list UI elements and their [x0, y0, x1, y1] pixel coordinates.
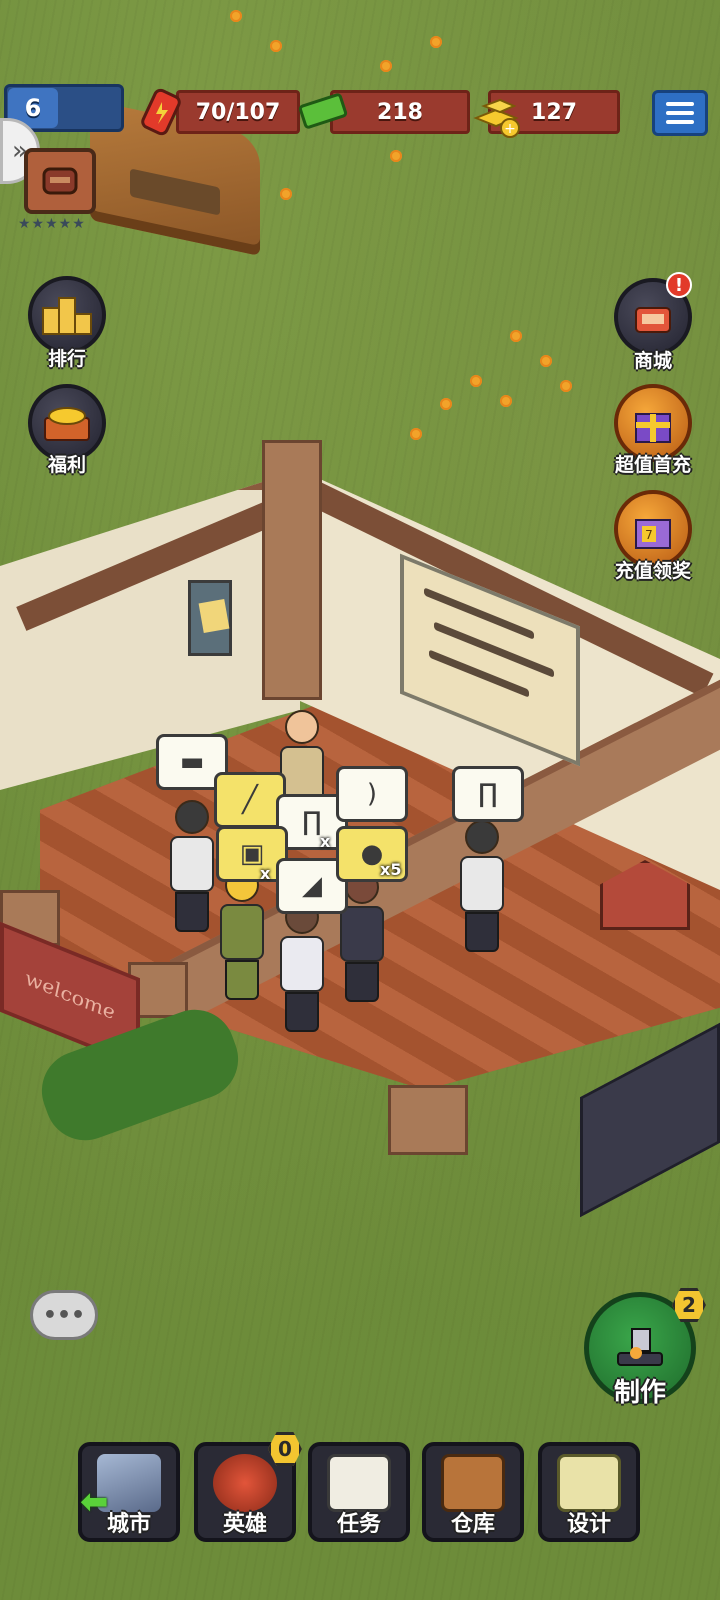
- crate-icon: [441, 1454, 505, 1512]
- ranking-podium-icon: [42, 297, 92, 335]
- flower: [230, 10, 242, 22]
- svg-text:7: 7: [645, 528, 653, 542]
- flower: [500, 395, 512, 407]
- item-qty: x5: [380, 860, 402, 879]
- nav-city-label: 城市: [106, 1512, 151, 1537]
- welcome-mat-text: welcome: [25, 964, 115, 1026]
- flower: [280, 188, 292, 200]
- flower: [380, 60, 392, 72]
- cash-stack-icon: [298, 88, 348, 132]
- item-bubble-pants-2[interactable]: ∏: [452, 766, 524, 822]
- ranking-label: 排行: [47, 348, 86, 370]
- nav-hero-label: 英雄: [222, 1512, 267, 1537]
- flower: [440, 398, 452, 410]
- energy-battery-icon: [140, 86, 186, 136]
- player-stars: ★★★★★: [18, 216, 86, 232]
- energy-bar[interactable]: 70/107: [176, 90, 300, 134]
- flower: [430, 36, 442, 48]
- wall-pillar: [262, 440, 322, 700]
- bow-icon: ): [366, 779, 378, 809]
- flower: [390, 150, 402, 162]
- svg-text:+: +: [504, 121, 516, 137]
- ranking-button[interactable]: [28, 276, 106, 354]
- item-qty: x: [260, 864, 271, 883]
- nav-design-label: 设计: [566, 1512, 611, 1537]
- nav-tasks-label: 任务: [336, 1512, 381, 1537]
- game-scene: welcome ▬ ╱ ∏ x ) ▣ x ◢ ● x5 ∏ 6 70/107 …: [0, 0, 720, 1600]
- avatar-helmet-icon: [42, 167, 78, 195]
- shop-label: 商城: [633, 350, 672, 372]
- cash-bar[interactable]: 218: [330, 90, 470, 134]
- rifle-icon: ▬: [179, 747, 205, 777]
- gold-chest-icon: [44, 407, 90, 441]
- survivor-character[interactable]: [170, 800, 214, 932]
- club-icon: ╱: [242, 785, 258, 815]
- cash-value: 218: [377, 99, 423, 125]
- flower: [510, 330, 522, 342]
- gift-box-7-icon: 7: [635, 519, 671, 549]
- pants-icon: ∏: [478, 779, 498, 809]
- chat-button[interactable]: •••: [30, 1290, 98, 1340]
- hamburger-icon: [666, 102, 694, 106]
- purple-gift-icon: [635, 413, 671, 443]
- hero-helmet-icon: [213, 1454, 277, 1512]
- gold-value: 127: [531, 99, 577, 125]
- flower: [270, 40, 282, 52]
- item-bubble-bow[interactable]: ): [336, 766, 408, 822]
- clipboard-icon: [327, 1454, 391, 1512]
- flower: [540, 355, 552, 367]
- topup-reward-label: 充值领奖: [614, 560, 691, 582]
- welfare-label: 福利: [47, 454, 86, 476]
- survivor-character[interactable]: [280, 900, 324, 1032]
- blueprint-icon: [557, 1454, 621, 1512]
- anvil-hammer-icon: [617, 1328, 663, 1366]
- first-topup-label: 超值首充: [614, 454, 691, 476]
- shop-alert-badge: !: [666, 272, 692, 298]
- gold-bars-icon[interactable]: +: [470, 88, 526, 140]
- survivor-character[interactable]: [460, 820, 504, 952]
- pants-icon: ∏: [302, 807, 322, 837]
- flower: [470, 375, 482, 387]
- machete-icon: ◢: [302, 871, 322, 901]
- item-qty: x: [320, 832, 331, 851]
- survivor-character[interactable]: [220, 868, 264, 1000]
- player-avatar[interactable]: [24, 148, 96, 214]
- shopkeeper-character[interactable]: [280, 710, 324, 802]
- menu-button[interactable]: [652, 90, 708, 136]
- flower: [560, 380, 572, 392]
- flower: [410, 428, 422, 440]
- nav-warehouse-label: 仓库: [450, 1512, 495, 1537]
- shop-cart-icon: [635, 307, 671, 333]
- craft-label: 制作: [613, 1378, 666, 1408]
- chat-bubble-icon: •••: [42, 1302, 86, 1328]
- energy-value: 70/107: [195, 99, 281, 125]
- wall-pillar: [388, 1085, 468, 1155]
- notice-board: [188, 580, 232, 656]
